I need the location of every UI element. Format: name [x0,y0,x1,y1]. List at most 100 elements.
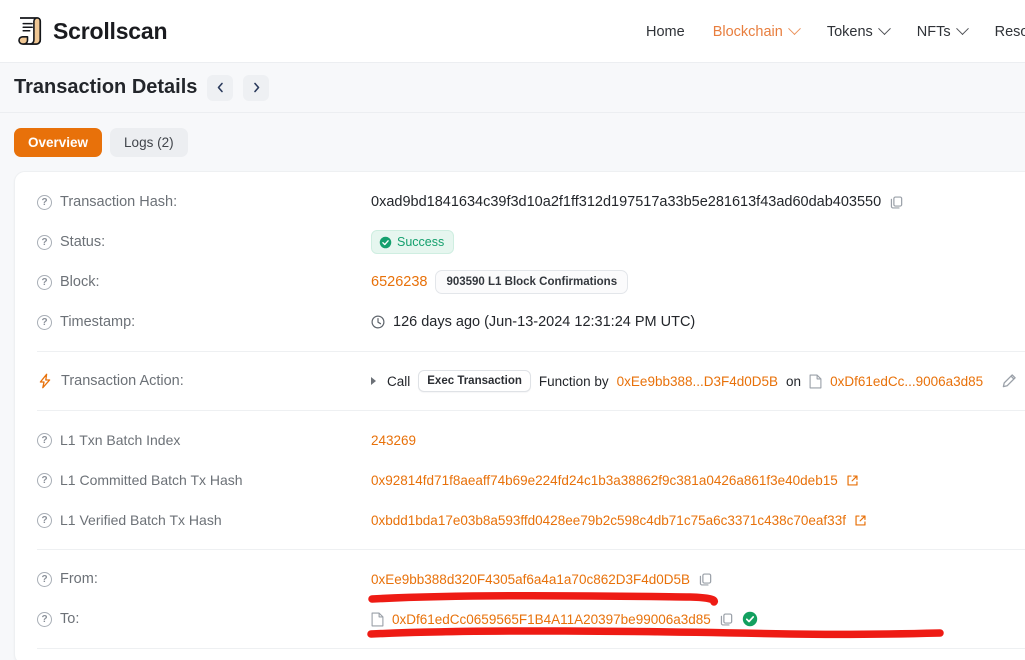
nav-item-resources-label: Resou [994,23,1025,40]
label-to: ? To: [37,611,371,627]
row-l1-committed-hash: ? L1 Committed Batch Tx Hash 0x92814fd71… [15,460,1025,500]
tab-logs-label: Logs (2) [124,135,174,150]
help-icon[interactable]: ? [37,432,52,448]
verified-check-icon [742,611,758,627]
row-to: ? To: 0xDf61edCc0659565F1B4A11A20397be99… [15,599,1025,639]
nav-item-home[interactable]: Home [646,24,685,40]
help-icon[interactable]: ? [37,571,52,587]
chevron-down-icon [955,22,969,36]
contract-icon [371,612,384,626]
tab-logs[interactable]: Logs (2) [110,128,188,157]
transaction-hash-text: 0xad9bd1841634c39f3d10a2f1ff312d197517a3… [371,194,882,210]
nav-item-nfts-label: NFTs [916,23,951,40]
chevron-left-icon [217,82,223,93]
help-icon[interactable]: ? [37,194,52,210]
section-divider [37,351,1025,352]
chevron-right-icon [254,82,260,93]
label-transaction-hash-text: Transaction Hash: [60,194,178,210]
value-transaction-hash: 0xad9bd1841634c39f3d10a2f1ff312d197517a3… [371,194,904,210]
tab-overview-label: Overview [28,135,89,150]
action-to-address-link[interactable]: 0xDf61edCc...9006a3d85 [830,374,983,389]
copy-icon[interactable] [698,572,713,587]
section-divider [37,648,1025,649]
label-l1-committed-hash: ? L1 Committed Batch Tx Hash [37,472,371,488]
label-block: ? Block: [37,274,371,290]
nav-item-nfts[interactable]: NFTs [916,22,969,40]
label-from-text: From: [60,571,98,587]
expand-triangle-icon[interactable] [371,377,376,385]
help-icon[interactable]: ? [37,314,52,330]
nav-item-blockchain-label: Blockchain [712,23,783,40]
clock-icon [371,315,385,329]
nav-item-resources[interactable]: Resou [995,24,1025,40]
external-link-icon[interactable] [854,514,867,527]
help-icon[interactable]: ? [37,234,52,250]
value-from: 0xEe9bb388d320F4305af6a4a1a70c862D3F4d0D… [371,572,713,587]
pencil-icon[interactable] [1001,373,1017,389]
copy-icon[interactable] [889,195,904,210]
label-timestamp: ? Timestamp: [37,314,371,330]
external-link-icon[interactable] [846,474,859,487]
copy-icon[interactable] [719,612,734,627]
tab-bar: Overview Logs (2) [0,113,1025,171]
help-icon[interactable]: ? [37,512,52,528]
scroll-icon [14,15,44,47]
nav-item-blockchain[interactable]: Blockchain [712,22,801,40]
label-block-text: Block: [60,274,100,290]
help-icon[interactable]: ? [37,611,52,627]
label-l1-batch-index: ? L1 Txn Batch Index [37,432,371,448]
value-timestamp: 126 days ago (Jun-13-2024 12:31:24 PM UT… [371,314,695,330]
value-to: 0xDf61edCc0659565F1B4A11A20397be99006a3d… [371,611,758,627]
label-from: ? From: [37,571,371,587]
action-on-word: on [786,373,802,389]
row-from: ? From: 0xEe9bb388d320F4305af6a4a1a70c86… [15,559,1025,599]
row-l1-batch-index: ? L1 Txn Batch Index 243269 [15,420,1025,460]
brand-logo[interactable]: Scrollscan [14,15,168,47]
help-icon[interactable]: ? [37,274,52,290]
row-timestamp: ? Timestamp: 126 days ago (Jun-13-2024 1… [15,302,1025,342]
nav-item-tokens[interactable]: Tokens [826,22,891,40]
label-l1-batch-index-text: L1 Txn Batch Index [60,432,181,448]
label-l1-verified-hash-text: L1 Verified Batch Tx Hash [60,512,222,528]
transaction-details-card: ? Transaction Hash: 0xad9bd1841634c39f3d… [14,171,1025,660]
next-transaction-button[interactable] [243,74,270,101]
help-icon[interactable]: ? [37,472,52,488]
timestamp-text: 126 days ago (Jun-13-2024 12:31:24 PM UT… [393,314,696,330]
chevron-down-icon [877,22,891,36]
section-divider [37,549,1025,550]
contract-icon [809,374,822,388]
nav-links: Home Blockchain Tokens NFTs Resou [646,0,1025,63]
page-title: Transaction Details [14,76,198,98]
row-block: ? Block: 6526238 903590 L1 Block Confirm… [15,262,1025,302]
to-address-link[interactable]: 0xDf61edCc0659565F1B4A11A20397be99006a3d… [392,612,711,627]
prev-transaction-button[interactable] [207,74,234,101]
from-address-link[interactable]: 0xEe9bb388d320F4305af6a4a1a70c862D3F4d0D… [371,572,690,587]
row-status: ? Status: Success [15,222,1025,262]
chevron-down-icon [787,22,801,36]
section-divider [37,410,1025,411]
label-transaction-hash: ? Transaction Hash: [37,194,371,210]
check-circle-icon [379,236,392,248]
label-l1-verified-hash: ? L1 Verified Batch Tx Hash [37,512,371,528]
tab-overview[interactable]: Overview [14,128,103,157]
label-transaction-action: Transaction Action: [37,373,371,389]
l1-committed-hash-link[interactable]: 0x92814fd71f8aeaff74b69e224fd24c1b3a3886… [371,473,838,488]
action-call-word: Call [387,373,411,389]
action-from-address-link[interactable]: 0xEe9bb388...D3F4d0D5B [617,374,778,389]
label-status-text: Status: [60,234,106,250]
block-number-link[interactable]: 6526238 [371,274,427,290]
row-l1-verified-hash: ? L1 Verified Batch Tx Hash 0xbdd1bda17e… [15,500,1025,540]
label-to-text: To: [60,611,80,627]
row-transaction-hash: ? Transaction Hash: 0xad9bd1841634c39f3d… [15,182,1025,222]
action-function-by: Function by [538,373,609,389]
nav-item-tokens-label: Tokens [826,23,873,40]
value-block: 6526238 903590 L1 Block Confirmations [371,270,629,294]
label-timestamp-text: Timestamp: [60,314,136,330]
value-l1-batch-index: 243269 [371,433,416,448]
l1-verified-hash-link[interactable]: 0xbdd1bda17e03b8a593ffd0428ee79b2c598c4d… [371,513,846,528]
nav-item-home-label: Home [646,23,685,40]
row-transaction-action: Transaction Action: Call Exec Transactio… [15,361,1025,401]
l1-batch-index-link[interactable]: 243269 [371,433,416,448]
page-header: Transaction Details [0,63,1025,113]
label-l1-committed-hash-text: L1 Committed Batch Tx Hash [60,472,243,488]
